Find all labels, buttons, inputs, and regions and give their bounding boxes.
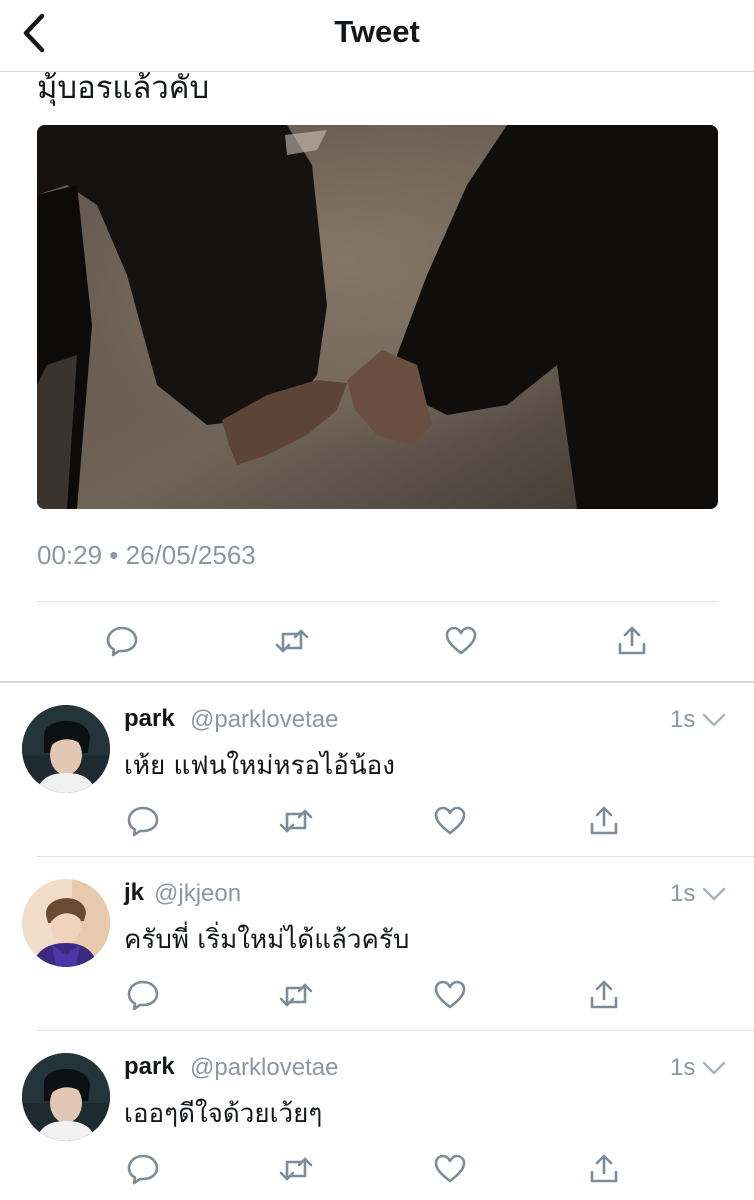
page-title: Tweet bbox=[334, 14, 420, 49]
top-bar: Tweet bbox=[0, 0, 754, 72]
like-button[interactable] bbox=[439, 619, 483, 663]
user-handle: @jkjeon bbox=[154, 880, 242, 907]
display-name[interactable]: jk bbox=[124, 879, 144, 907]
avatar[interactable] bbox=[22, 705, 110, 793]
reply-button[interactable] bbox=[121, 973, 165, 1017]
chevron-down-icon bbox=[702, 887, 726, 901]
retweet-icon bbox=[279, 809, 313, 833]
reply-tweet[interactable]: jk @jkjeon 1s ครับพี่ เริ่มใหม่ได้แล้วคร… bbox=[0, 857, 754, 1031]
retweet-button[interactable] bbox=[274, 973, 318, 1017]
display-name[interactable]: park bbox=[124, 705, 175, 733]
reply-text: เห้ย แฟนใหม่หรอไอ้น้อง bbox=[124, 751, 395, 781]
avatar[interactable] bbox=[22, 1053, 110, 1141]
retweet-button[interactable] bbox=[274, 799, 318, 843]
retweet-icon bbox=[279, 1157, 313, 1181]
user-handle: @parklovetae bbox=[190, 706, 339, 733]
reply-icon bbox=[127, 1154, 159, 1185]
more-options-button[interactable] bbox=[700, 1057, 728, 1079]
share-icon bbox=[590, 980, 618, 1009]
reply-tweet[interactable]: park @parklovetae 1s เห้ย แฟนใหม่หรอไอ้น… bbox=[0, 683, 754, 857]
retweet-icon bbox=[275, 629, 309, 653]
reply-icon bbox=[106, 626, 138, 657]
reply-time: 1s bbox=[670, 706, 696, 733]
tweet-media-image[interactable] bbox=[37, 125, 718, 509]
share-button[interactable] bbox=[582, 973, 626, 1017]
share-icon bbox=[590, 1154, 618, 1183]
reply-tweet[interactable]: park @parklovetae 1s เออๆดีใจด้วยเว้ยๆ bbox=[0, 1031, 754, 1200]
more-options-button[interactable] bbox=[700, 709, 728, 731]
user-handle: @parklovetae bbox=[190, 1054, 339, 1081]
share-button[interactable] bbox=[582, 799, 626, 843]
more-options-button[interactable] bbox=[700, 883, 728, 905]
like-button[interactable] bbox=[428, 799, 472, 843]
share-icon bbox=[618, 626, 646, 655]
heart-icon bbox=[434, 806, 466, 835]
share-button[interactable] bbox=[582, 1147, 626, 1191]
reply-button[interactable] bbox=[121, 1147, 165, 1191]
like-button[interactable] bbox=[428, 1147, 472, 1191]
reply-text: ครับพี่ เริ่มใหม่ได้แล้วครับ bbox=[124, 925, 410, 955]
retweet-button[interactable] bbox=[270, 619, 314, 663]
share-icon bbox=[590, 806, 618, 835]
retweet-icon bbox=[279, 983, 313, 1007]
chevron-down-icon bbox=[702, 1061, 726, 1075]
heart-icon bbox=[434, 1154, 466, 1183]
reply-time: 1s bbox=[670, 880, 696, 907]
avatar[interactable] bbox=[22, 879, 110, 967]
retweet-button[interactable] bbox=[274, 1147, 318, 1191]
reply-icon bbox=[127, 806, 159, 837]
reply-icon bbox=[127, 980, 159, 1011]
like-button[interactable] bbox=[428, 973, 472, 1017]
chevron-down-icon bbox=[702, 713, 726, 727]
display-name[interactable]: park bbox=[124, 1053, 175, 1081]
heart-icon bbox=[445, 626, 477, 655]
divider bbox=[37, 601, 718, 602]
tweet-timestamp: 00:29 • 26/05/2563 bbox=[37, 540, 256, 570]
reply-button[interactable] bbox=[100, 619, 144, 663]
heart-icon bbox=[434, 980, 466, 1009]
share-button[interactable] bbox=[610, 619, 654, 663]
reply-time: 1s bbox=[670, 1054, 696, 1081]
reply-button[interactable] bbox=[121, 799, 165, 843]
reply-text: เออๆดีใจด้วยเว้ยๆ bbox=[124, 1099, 323, 1129]
